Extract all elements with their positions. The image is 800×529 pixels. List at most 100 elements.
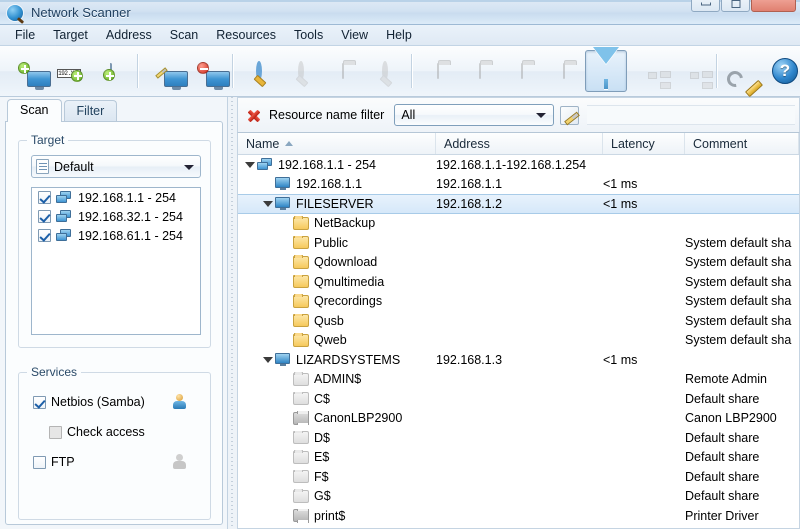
- table-row[interactable]: FILESERVER 192.168.1.2 <1 ms: [238, 194, 799, 214]
- target-item-checkbox[interactable]: [38, 229, 51, 242]
- remove-target-button[interactable]: [185, 50, 230, 92]
- target-item-checkbox[interactable]: [38, 210, 51, 223]
- cell-name: print$: [238, 508, 436, 523]
- folder-icon: [293, 274, 309, 289]
- table-row[interactable]: NetBackup: [238, 214, 799, 234]
- resource-open-button: [417, 50, 459, 92]
- cell-address: 192.168.1.1-192.168.1.254: [436, 157, 587, 172]
- edit-filter-icon[interactable]: [560, 105, 580, 125]
- expand-tree-button: [627, 50, 671, 92]
- menu-item-help[interactable]: Help: [377, 26, 421, 44]
- minimize-button[interactable]: [691, 0, 720, 12]
- table-row[interactable]: print$ Printer Driver: [238, 506, 799, 526]
- table-row[interactable]: C$ Default share: [238, 389, 799, 409]
- target-list-item[interactable]: 192.168.1.1 - 254: [32, 188, 200, 207]
- menu-item-tools[interactable]: Tools: [285, 26, 332, 44]
- table-row[interactable]: 192.168.1.1 - 254 192.168.1.1-192.168.1.2…: [238, 155, 799, 175]
- menu-item-target[interactable]: Target: [44, 26, 97, 44]
- table-row[interactable]: 192.168.1.1 192.168.1.1 <1 ms: [238, 175, 799, 195]
- service-checkbox[interactable]: [33, 395, 46, 409]
- tab-filter[interactable]: Filter: [63, 100, 118, 122]
- column-header-latency[interactable]: Latency: [603, 133, 685, 154]
- service-item[interactable]: Netbios (Samba): [33, 387, 202, 417]
- resource-filter-value: All: [401, 108, 416, 122]
- menu-item-view[interactable]: View: [332, 26, 377, 44]
- options-button[interactable]: [722, 50, 764, 92]
- cell-name: ADMIN$: [238, 372, 436, 386]
- column-header-name[interactable]: Name: [238, 133, 436, 154]
- expander-open-icon[interactable]: [244, 159, 255, 170]
- target-item-label: 192.168.32.1 - 254: [78, 209, 183, 224]
- table-row[interactable]: Qweb System default sha: [238, 331, 799, 351]
- cell-comment: Canon LBP2900: [685, 411, 777, 426]
- document-add-icon: [103, 63, 115, 81]
- red-x-icon[interactable]: [247, 108, 261, 122]
- row-name-label: Qrecordings: [314, 294, 383, 309]
- target-list-item[interactable]: 192.168.61.1 - 254: [32, 226, 200, 245]
- table-row[interactable]: Public System default sha: [238, 233, 799, 253]
- start-scan-button[interactable]: [238, 50, 280, 92]
- resource-filter-bar: Resource name filter All: [237, 97, 800, 133]
- filter-button[interactable]: [585, 47, 627, 92]
- edit-target-button[interactable]: [143, 50, 188, 92]
- services-list: Netbios (Samba) Check access FTP: [33, 387, 202, 477]
- column-header-comment[interactable]: Comment: [685, 133, 799, 154]
- expander-placeholder: [280, 471, 291, 482]
- target-list[interactable]: 192.168.1.1 - 254 192.168.32.1 - 254 192.1…: [31, 187, 201, 335]
- list-profile-icon: [36, 159, 49, 174]
- add-computer-button[interactable]: [6, 50, 51, 92]
- resource-edit-button: [459, 50, 501, 92]
- table-row[interactable]: Qusb System default sha: [238, 311, 799, 331]
- computer-icon: [275, 196, 291, 211]
- resource-remove-button: [501, 50, 543, 92]
- row-name-label: E$: [314, 450, 330, 465]
- column-header-label: Address: [444, 136, 490, 151]
- expander-open-icon[interactable]: [262, 354, 273, 365]
- target-list-item[interactable]: 192.168.32.1 - 254: [32, 207, 200, 226]
- toolbar: 192.X.X?: [0, 46, 800, 97]
- folder-grey-icon: [293, 372, 309, 386]
- table-row[interactable]: ADMIN$ Remote Admin: [238, 370, 799, 390]
- table-row[interactable]: F$ Default share: [238, 467, 799, 487]
- row-name-label: C$: [314, 391, 330, 406]
- table-row[interactable]: E$ Default share: [238, 448, 799, 468]
- row-name-label: print$: [314, 508, 346, 523]
- table-row[interactable]: D$ Default share: [238, 428, 799, 448]
- table-row[interactable]: Qrecordings System default sha: [238, 292, 799, 312]
- results-panel: Resource name filter All Name Address Late…: [237, 97, 800, 529]
- add-ip-range-button[interactable]: 192.X.X: [48, 50, 90, 92]
- table-row[interactable]: Qdownload System default sha: [238, 253, 799, 273]
- help-button[interactable]: ?: [764, 50, 800, 92]
- services-group: Services Netbios (Samba) Check access FTP: [18, 365, 211, 520]
- service-item[interactable]: FTP: [33, 447, 202, 477]
- tab-scan[interactable]: Scan: [7, 99, 62, 122]
- target-profile-combo[interactable]: Default: [31, 155, 201, 178]
- resource-filter-combo[interactable]: All: [394, 104, 555, 126]
- menu-item-resources[interactable]: Resources: [207, 26, 285, 44]
- table-row[interactable]: Qmultimedia System default sha: [238, 272, 799, 292]
- menu-item-address[interactable]: Address: [97, 26, 161, 44]
- column-header-address[interactable]: Address: [436, 133, 603, 154]
- cell-comment: System default sha: [685, 313, 792, 328]
- service-checkbox[interactable]: [33, 455, 46, 469]
- menu-item-scan[interactable]: Scan: [161, 26, 208, 44]
- table-row[interactable]: LIZARDSYSTEMS 192.168.1.3 <1 ms: [238, 350, 799, 370]
- panel-splitter[interactable]: [228, 97, 237, 529]
- row-name-label: Public: [314, 235, 349, 250]
- table-row[interactable]: G$ Default share: [238, 487, 799, 507]
- target-group: Target Default 192.168.1.1 - 254 192.168.…: [18, 133, 211, 348]
- window-controls: [691, 0, 796, 12]
- add-from-file-button[interactable]: [90, 50, 132, 92]
- pause-scan-button: [280, 50, 322, 92]
- close-button[interactable]: [751, 0, 796, 12]
- computer-icon: [275, 177, 291, 191]
- folder-grey-icon: [293, 469, 309, 484]
- expander-open-icon[interactable]: [262, 198, 273, 209]
- maximize-button[interactable]: [721, 0, 750, 12]
- target-item-checkbox[interactable]: [38, 191, 51, 204]
- menu-item-file[interactable]: File: [6, 26, 44, 44]
- cell-comment: Default share: [685, 469, 760, 484]
- cell-name: D$: [238, 430, 436, 445]
- table-row[interactable]: CanonLBP2900 Canon LBP2900: [238, 409, 799, 429]
- service-item[interactable]: Check access: [33, 417, 202, 447]
